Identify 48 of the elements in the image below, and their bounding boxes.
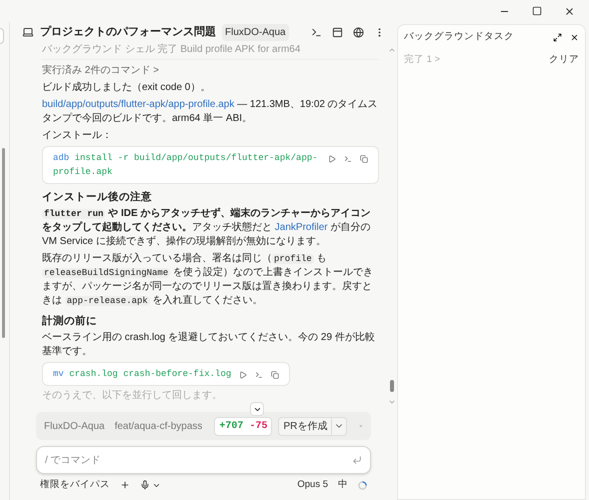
run-icon[interactable] [239, 371, 248, 379]
terminal-icon[interactable] [344, 155, 352, 163]
faded-text: そのうえで、以下を並行して回します。 [42, 389, 222, 402]
close-icon[interactable] [564, 6, 575, 16]
mic-icon[interactable] [140, 480, 150, 490]
panel-icon[interactable] [332, 26, 343, 38]
window-title: プロジェクトのパフォーマンス問題 [40, 24, 216, 40]
terminal-icon[interactable] [311, 26, 322, 38]
enter-icon[interactable] [352, 455, 362, 465]
copy-icon[interactable] [271, 371, 280, 379]
paragraph: インストール： [42, 129, 113, 143]
globe-icon[interactable] [353, 26, 364, 38]
clear-button[interactable]: クリア [549, 52, 579, 68]
branch-name: feat/aqua-cf-bypass [114, 420, 202, 434]
effort-level[interactable]: 中 [338, 478, 348, 492]
paragraph: build/app/outputs/flutter-apk/app-profile.apk — 121.3MB、19:02 のタイムスタンプで今回のビルドです。arm64 単一 ABI。 [42, 98, 379, 126]
paragraph: flutter run や IDE からアタッチせず、端末のランチャーからアイコンをタップして起動してください。アタッチ状態だと JankProfiler が自分の VM Service に接続できず、操作の現場解剖が無効になります。 [42, 207, 372, 249]
command-input[interactable]: / でコマンド [36, 446, 371, 474]
paragraph: 既存のリリース版が入っている場合、署名は同じ（ profile も releaseBuildSigningName を使う設定）なので上書きインストールできますが、パッケージ名が同一なのでリリース版は置き換わります。戻すときは app-release.apk を入れ直してください。 [42, 252, 374, 308]
permission-mode[interactable]: 権限をバイパス [40, 478, 110, 492]
repo-name: FluxDO-Aqua [44, 420, 105, 434]
scroll-down-icon[interactable] [388, 398, 396, 406]
commands-toggle[interactable]: 実行済み 2件のコマンド > [42, 63, 379, 78]
panel-title: バックグラウンドタスク [404, 30, 515, 44]
maximize-icon[interactable] [532, 6, 542, 16]
diff-stat: +707 -75 [214, 416, 272, 436]
laptop-icon [22, 26, 34, 38]
command-text: mv crash.log crash-before-fix.log [53, 368, 232, 381]
paragraph: ビルド成功しました（exit code 0）。 [42, 81, 212, 95]
link[interactable]: build/app/outputs/flutter-apk/app-profile.apk [42, 99, 234, 110]
close-icon[interactable] [570, 32, 579, 42]
plus-icon[interactable] [120, 480, 130, 490]
paragraph: ベースライン用の crash.log を退避しておいてください。今の 29 件が比較基準です。 [42, 331, 376, 359]
section-heading: 計測の前に [42, 314, 98, 328]
project-badge: FluxDO-Aqua [222, 24, 289, 40]
expand-icon[interactable] [553, 32, 562, 42]
section-heading: インストール後の注意 [42, 190, 153, 204]
command-text: adb install -r build/app/outputs/flutter-apk/app-profile.apk [53, 152, 319, 179]
scrollbar-thumb [390, 380, 394, 392]
spinner-icon [358, 480, 367, 490]
copy-icon[interactable] [360, 155, 368, 163]
model-name[interactable]: Opus 5 [297, 478, 328, 492]
run-icon[interactable] [328, 155, 336, 163]
scroll-up-icon[interactable] [388, 46, 396, 54]
scroll-to-bottom-button[interactable] [250, 402, 264, 416]
status-line: バックグラウンド シェル 完了 Build profile APK for arm64 [42, 42, 379, 60]
link[interactable]: JankProfiler [274, 222, 328, 233]
terminal-icon[interactable] [255, 371, 264, 379]
